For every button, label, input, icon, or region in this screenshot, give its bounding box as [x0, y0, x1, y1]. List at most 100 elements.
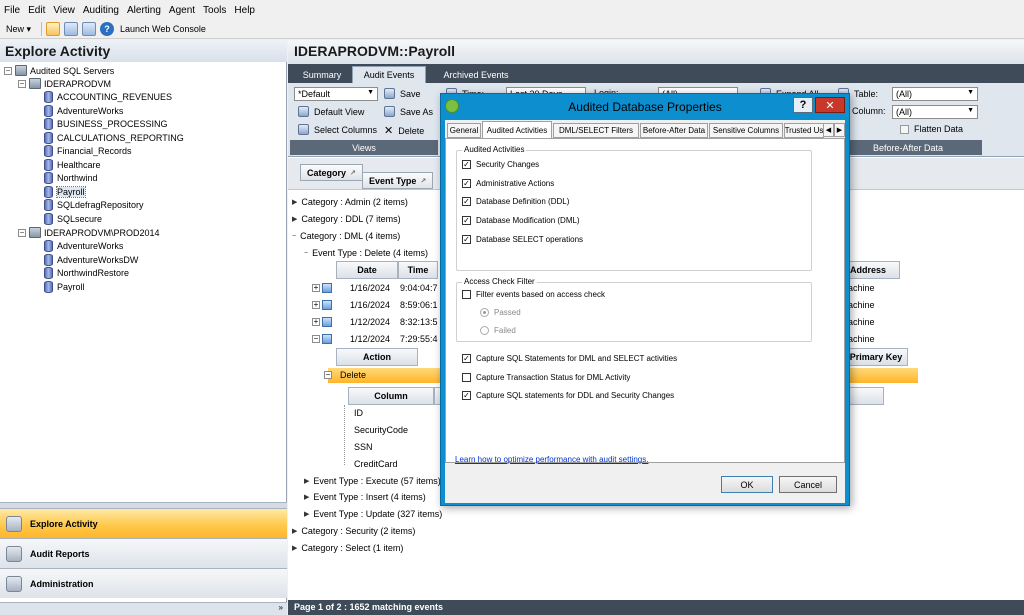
chk-select-operations[interactable]: ✓ Database SELECT operations — [462, 235, 583, 244]
collapse-icon[interactable]: − — [18, 228, 26, 237]
optimize-performance-link[interactable]: Learn how to optimize performance with a… — [455, 455, 648, 464]
group-admin[interactable]: ▶ Category : Admin (2 items) — [292, 195, 408, 209]
refresh-icon[interactable] — [82, 22, 97, 36]
explore-view-icon[interactable] — [46, 22, 61, 36]
radio-passed[interactable]: Passed — [480, 308, 521, 317]
tree-db[interactable]: AdventureWorksDW — [44, 253, 138, 266]
group-update[interactable]: ▶ Event Type : Update (327 items) — [304, 507, 442, 521]
save-as-button[interactable]: Save As — [384, 106, 433, 117]
chk-dml[interactable]: ✓ Database Modification (DML) — [462, 216, 580, 225]
chk-ddl[interactable]: ✓ Database Definition (DDL) — [462, 197, 569, 206]
menu-agent[interactable]: Agent — [169, 5, 195, 16]
view-combo[interactable]: *Default ▼ — [294, 87, 378, 101]
sort-icon: ↗ — [350, 169, 356, 177]
chevron-left-icon[interactable]: ◀ — [823, 123, 834, 137]
tree-db[interactable]: Payroll — [44, 280, 85, 293]
column-combo[interactable]: (All) ▼ — [892, 105, 978, 119]
tree-db-selected[interactable]: Payroll — [44, 185, 86, 198]
menu-auditing[interactable]: Auditing — [83, 5, 119, 16]
group-insert[interactable]: ▶ Event Type : Insert (4 items) — [304, 490, 426, 504]
chk-security-changes[interactable]: ✓ Security Changes — [462, 160, 539, 169]
expand-row-icon[interactable]: + — [312, 318, 320, 326]
menu-help[interactable]: Help — [234, 5, 255, 16]
table-combo[interactable]: (All) ▼ — [892, 87, 978, 101]
dtab-before-after-data[interactable]: Before-After Data — [640, 123, 708, 138]
cancel-button[interactable]: Cancel — [779, 476, 837, 493]
col-header-date[interactable]: Date — [336, 261, 398, 279]
tree-db[interactable]: ACCOUNTING_REVENUES — [44, 90, 172, 103]
menu-view[interactable]: View — [53, 5, 75, 16]
collapse-icon[interactable]: − — [18, 79, 26, 88]
flatten-data-checkbox[interactable]: Flatten Data — [900, 124, 963, 134]
chevron-right-icon[interactable]: ▶ — [834, 123, 845, 137]
tree-db[interactable]: Financial_Records — [44, 144, 132, 157]
tree-db[interactable]: CALCULATIONS_REPORTING — [44, 131, 184, 144]
event-icon — [322, 300, 332, 310]
tree-server[interactable]: − IDERAPRODVM\PROD2014 — [18, 226, 160, 239]
group-execute[interactable]: ▶ Event Type : Execute (57 items) — [304, 474, 441, 488]
dtab-sensitive-columns[interactable]: Sensitive Columns — [709, 123, 783, 138]
tree-db[interactable]: AdventureWorks — [44, 239, 123, 252]
tree-label: CALCULATIONS_REPORTING — [57, 132, 184, 143]
tree-db[interactable]: BUSINESS_PROCESSING — [44, 117, 168, 130]
expand-row-icon[interactable]: + — [312, 301, 320, 309]
menu-alerting[interactable]: Alerting — [127, 5, 161, 16]
group-security[interactable]: ▶ Category : Security (2 items) — [292, 524, 415, 538]
group-label: Event Type : Update (327 items) — [313, 509, 443, 519]
chk-administrative-actions[interactable]: ✓ Administrative Actions — [462, 179, 554, 188]
chk-capture-sql-dml-select[interactable]: ✓ Capture SQL Statements for DML and SELE… — [462, 354, 677, 363]
nav-explore-activity[interactable]: Explore Activity — [0, 508, 287, 538]
expand-row-icon[interactable]: + — [312, 284, 320, 292]
menu-file[interactable]: File — [4, 5, 20, 16]
radio-failed[interactable]: Failed — [480, 326, 516, 335]
tree-db[interactable]: SQLdefragRepository — [44, 198, 144, 211]
menu-edit[interactable]: Edit — [28, 5, 45, 16]
dtab-general[interactable]: General — [447, 123, 481, 138]
groupby-event-type-chip[interactable]: Event Type ↗ — [362, 172, 434, 189]
tree-db[interactable]: AdventureWorks — [44, 104, 123, 117]
dtab-dml-select-filters[interactable]: DML/SELECT Filters — [553, 123, 639, 138]
group-dml[interactable]: − Category : DML (4 items) — [292, 229, 400, 243]
dialog-close-button[interactable]: ✕ — [815, 97, 845, 113]
tab-archived-events[interactable]: Archived Events — [434, 66, 518, 83]
group-ddl[interactable]: ▶ Category : DDL (7 items) — [292, 212, 401, 226]
tab-audit-events[interactable]: Audit Events — [352, 66, 426, 83]
collapse-row-icon[interactable]: − — [324, 371, 332, 379]
tree-db[interactable]: NorthwindRestore — [44, 266, 129, 279]
nav-audit-reports[interactable]: Audit Reports — [0, 538, 287, 568]
chk-capture-transaction-status[interactable]: Capture Transaction Status for DML Activ… — [462, 373, 630, 382]
groupby-category-chip[interactable]: Category ↗ — [300, 164, 363, 181]
select-columns-button[interactable]: Select Columns — [298, 124, 377, 135]
collapse-icon[interactable]: − — [4, 66, 12, 75]
col-header-primary-key[interactable]: Primary Key — [844, 348, 908, 366]
help-icon[interactable]: ? — [100, 22, 115, 36]
dialog-help-button[interactable]: ? — [793, 97, 813, 113]
group-delete[interactable]: − Event Type : Delete (4 items) — [304, 246, 428, 260]
tree-server[interactable]: − IDERAPRODVM — [18, 77, 111, 90]
tree-db[interactable]: Healthcare — [44, 158, 101, 171]
col-header-time[interactable]: Time — [398, 261, 438, 279]
delete-view-button[interactable]: ✕ Delete — [384, 124, 424, 137]
group-select[interactable]: ▶ Category : Select (1 item) — [292, 541, 403, 555]
tab-summary[interactable]: Summary — [298, 66, 346, 83]
chevron-down-icon[interactable]: » — [279, 603, 283, 612]
chk-capture-sql-ddl-security[interactable]: ✓ Capture SQL statements for DDL and Secu… — [462, 391, 674, 400]
col-header-column[interactable]: Column — [348, 387, 434, 405]
dtab-trusted-users[interactable]: Trusted Us — [784, 123, 824, 138]
chk-filter-access-check[interactable]: Filter events based on access check — [462, 290, 605, 299]
ok-button[interactable]: OK — [721, 476, 773, 493]
tree-db[interactable]: SQLsecure — [44, 212, 102, 225]
col-header-action[interactable]: Action — [336, 348, 418, 366]
nav-administration[interactable]: Administration — [0, 568, 287, 598]
dtab-audited-activities[interactable]: Audited Activities — [482, 121, 552, 138]
report-icon[interactable] — [64, 22, 79, 36]
launch-web-console-button[interactable]: Launch Web Console — [120, 24, 206, 34]
default-view-button[interactable]: Default View — [298, 106, 364, 117]
tree-db[interactable]: Northwind — [44, 171, 98, 184]
save-button[interactable]: Save — [384, 88, 421, 99]
tree-line — [344, 405, 345, 465]
collapse-row-icon[interactable]: − — [312, 335, 320, 343]
new-button[interactable]: New ▾ — [6, 24, 31, 35]
menu-tools[interactable]: Tools — [203, 5, 226, 16]
tree-root[interactable]: − Audited SQL Servers — [4, 64, 114, 77]
